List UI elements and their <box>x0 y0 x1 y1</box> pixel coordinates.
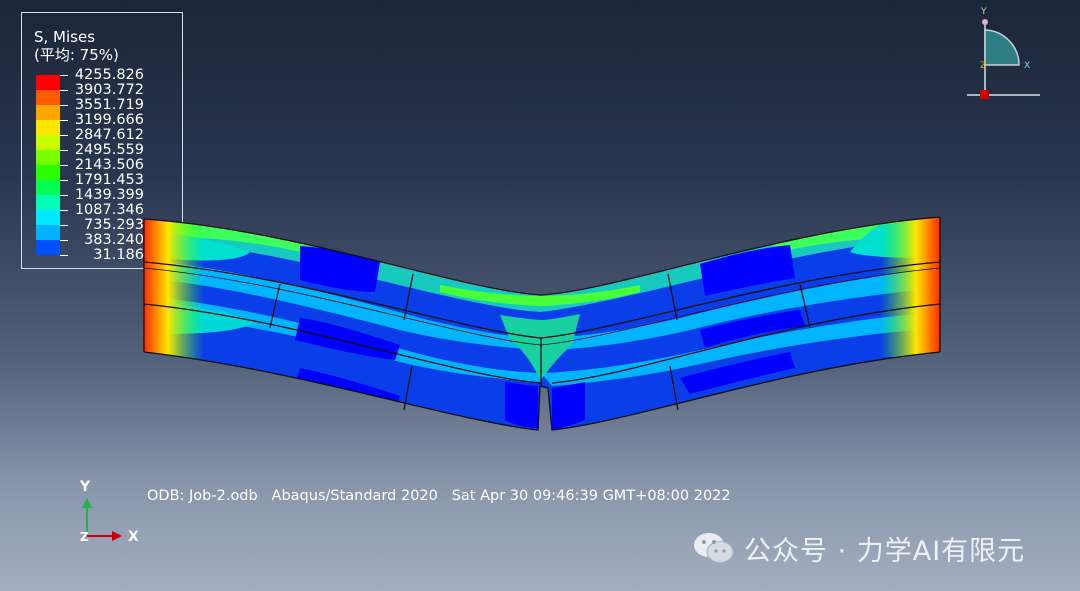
global-triad-z-label: Z <box>80 530 89 544</box>
solver-version: Abaqus/Standard 2020 <box>271 488 438 504</box>
global-triad-y-label: Y <box>79 479 91 495</box>
global-triad: Y X Z <box>79 479 139 545</box>
analysis-date: Sat Apr 30 09:46:39 GMT+08:00 2022 <box>451 488 731 504</box>
watermark: 公众号 · 力学AI有限元 <box>692 528 1025 568</box>
beam-left-half <box>144 219 541 430</box>
odb-name: ODB: Job-2.odb <box>147 488 258 504</box>
wechat-icon <box>694 533 734 563</box>
watermark-text: 公众号 · 力学AI有限元 <box>744 535 1026 567</box>
odb-info-line: ODB: Job-2.odb Abaqus/Standard 2020 Sat … <box>147 488 731 504</box>
beam-right-half <box>541 217 940 430</box>
global-triad-x-label: X <box>128 529 139 545</box>
